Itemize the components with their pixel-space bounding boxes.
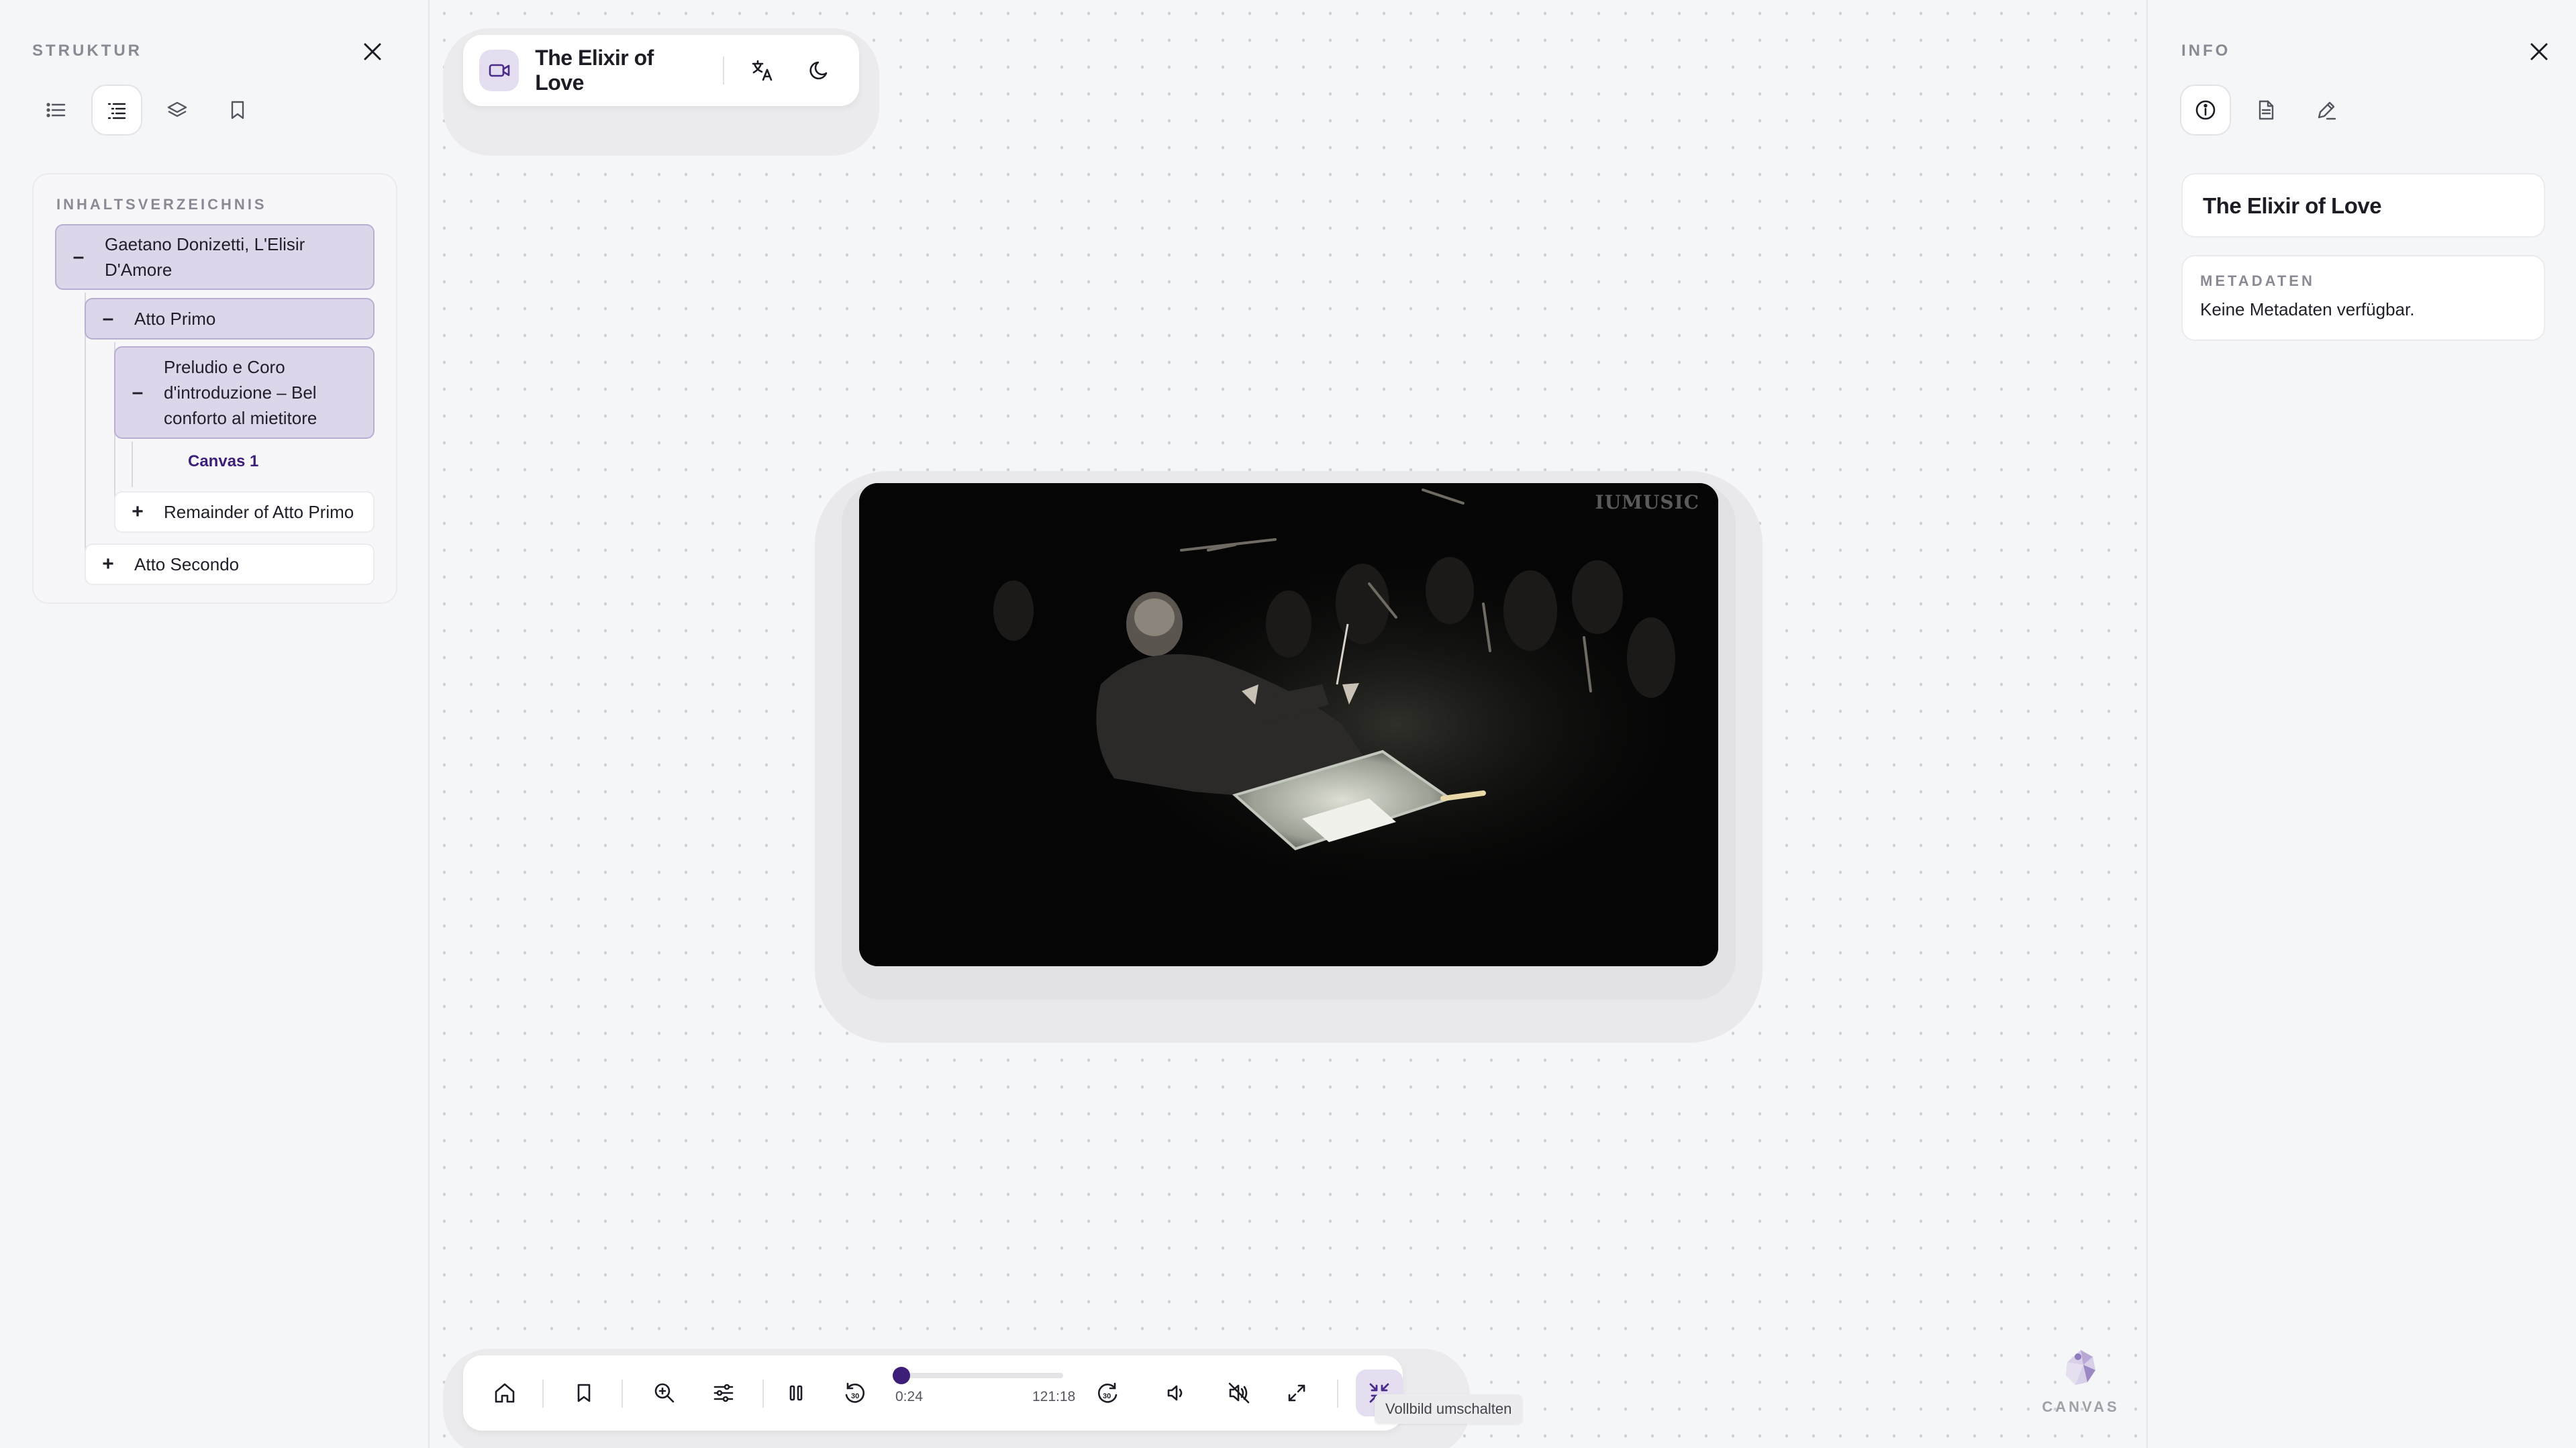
info-icon (2195, 100, 2216, 120)
pause-button[interactable] (777, 1374, 815, 1412)
controls-divider (542, 1380, 544, 1408)
home-icon (495, 1383, 515, 1403)
video-frame-image (859, 483, 1718, 966)
info-panel: INFO The Elixir of Love METADATEN Keine … (2146, 0, 2576, 1448)
fullscreen-tooltip: Vollbild umschalten (1375, 1394, 1523, 1424)
toc-item-label: Preludio e Coro d'introduzione – Bel con… (164, 357, 317, 428)
canvas-brand: CANVAS (2040, 1342, 2121, 1416)
list-view-button[interactable] (32, 86, 81, 134)
list-icon (46, 103, 66, 117)
controls-divider (1337, 1380, 1338, 1408)
rewind-30-icon: 30 (845, 1382, 865, 1403)
layers-view-button[interactable] (153, 86, 201, 134)
volume-icon (1167, 1385, 1183, 1401)
forward-30-button[interactable]: 30 (1089, 1374, 1126, 1412)
video-watermark: IUMUSIC (1595, 491, 1699, 513)
fullscreen-button[interactable] (1278, 1374, 1316, 1412)
sliders-icon (713, 1384, 734, 1402)
bookmark-icon (577, 1384, 591, 1402)
player-controls: 30 0:24 121:18 30 (463, 1355, 1403, 1431)
metadata-text: Keine Metadaten verfügbar. (2200, 299, 2415, 319)
media-type-button[interactable] (479, 50, 519, 91)
canvas-logo-icon (2066, 1350, 2095, 1385)
toc-item-root[interactable]: – Gaetano Donizetti, L'Elisir D'Amore (55, 224, 375, 290)
toc-item-label: Atto Secondo (134, 554, 240, 574)
tab-annotations[interactable] (2302, 86, 2350, 134)
structure-panel: STRUKTUR INHALTSVERZEICHNIS – Gaetano Do… (0, 0, 430, 1448)
collapse-toggle[interactable]: – (68, 244, 89, 270)
translate-icon (752, 60, 773, 81)
tab-document[interactable] (2242, 86, 2290, 134)
pen-icon (2318, 101, 2336, 120)
toc-item-label: Gaetano Donizetti, L'Elisir D'Amore (105, 234, 305, 280)
toc-tree-line (132, 442, 133, 487)
collapse-toggle[interactable]: – (128, 380, 148, 405)
tree-view-button[interactable] (93, 86, 141, 134)
item-title: The Elixir of Love (2203, 193, 2382, 218)
current-time: 0:24 (895, 1389, 923, 1404)
close-icon (364, 43, 381, 60)
progress-bar[interactable] (901, 1373, 1063, 1378)
fullscreen-icon (1288, 1384, 1305, 1402)
zoom-in-icon (654, 1383, 675, 1403)
moon-icon (809, 61, 828, 80)
metadata-card: METADATEN Keine Metadaten verfügbar. (2181, 255, 2545, 341)
expand-toggle[interactable]: + (128, 499, 148, 525)
bookmark-button[interactable] (565, 1374, 603, 1412)
video-player[interactable]: IUMUSIC (859, 483, 1718, 966)
theme-toggle-button[interactable] (802, 52, 838, 89)
topbar-divider (723, 56, 725, 85)
structure-view-toolbar (32, 86, 262, 134)
close-icon (2530, 43, 2548, 60)
structure-close-button[interactable] (356, 35, 389, 68)
rewind-30-button[interactable]: 30 (836, 1374, 874, 1412)
video-icon (489, 64, 509, 77)
mute-icon (1228, 1382, 1250, 1404)
toc-canvas-link[interactable]: Canvas 1 (188, 452, 258, 471)
structure-panel-title: STRUKTUR (32, 42, 142, 60)
volume-button[interactable] (1157, 1374, 1195, 1412)
document-icon (2259, 100, 2274, 120)
forward-30-icon: 30 (1097, 1382, 1118, 1403)
progress-thumb[interactable] (892, 1367, 910, 1384)
rewind-seconds: 30 (851, 1392, 859, 1400)
mute-button[interactable] (1220, 1374, 1258, 1412)
toc-item-atto-secondo[interactable]: + Atto Secondo (85, 544, 375, 585)
settings-button[interactable] (705, 1374, 742, 1412)
toc-item-label: Remainder of Atto Primo (164, 502, 354, 522)
pause-icon (789, 1385, 803, 1401)
toc-item-atto-primo[interactable]: – Atto Primo (85, 298, 375, 340)
home-button[interactable] (486, 1374, 524, 1412)
duration: 121:18 (1032, 1389, 1076, 1404)
bookmarks-view-button[interactable] (213, 86, 262, 134)
toc-item-preludio[interactable]: – Preludio e Coro d'introduzione – Bel c… (114, 346, 375, 439)
item-title-card: The Elixir of Love (2181, 173, 2545, 238)
info-tabs (2181, 86, 2350, 134)
forward-seconds: 30 (1103, 1392, 1111, 1400)
layers-icon (167, 101, 187, 117)
controls-divider (762, 1380, 764, 1408)
viewer-topbar: The Elixir of Love (463, 35, 859, 106)
language-button[interactable] (744, 52, 780, 89)
brand-label: CANVAS (2042, 1398, 2120, 1415)
table-of-contents: INHALTSVERZEICHNIS – Gaetano Donizetti, … (32, 173, 397, 604)
expand-toggle[interactable]: + (98, 552, 118, 577)
info-close-button[interactable] (2522, 35, 2556, 68)
tree-list-icon (107, 103, 126, 119)
toc-item-label: Atto Primo (134, 309, 216, 329)
toc-item-remainder[interactable]: + Remainder of Atto Primo (114, 491, 375, 533)
viewer-title: The Elixir of Love (535, 46, 654, 95)
toc-heading: INHALTSVERZEICHNIS (56, 196, 267, 213)
zoom-in-button[interactable] (646, 1374, 683, 1412)
tab-info[interactable] (2181, 86, 2230, 134)
controls-divider (622, 1380, 623, 1408)
info-panel-title: INFO (2181, 42, 2231, 60)
collapse-toggle[interactable]: – (98, 306, 118, 331)
bookmark-icon (231, 101, 244, 119)
metadata-heading: METADATEN (2200, 272, 2315, 289)
